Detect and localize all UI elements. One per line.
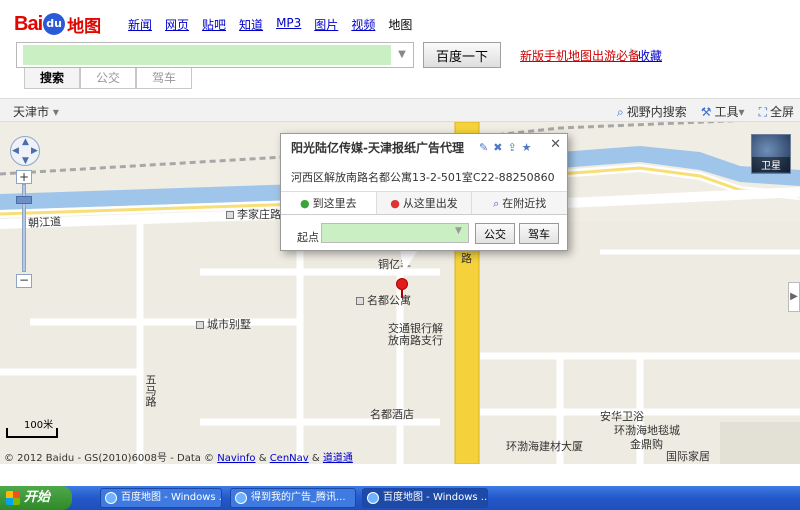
poi-chengshi[interactable]: 城市别墅 <box>196 316 251 332</box>
fullscreen-icon: ⛶ <box>758 105 767 119</box>
nav-mp3[interactable]: MP3 <box>276 16 301 33</box>
taskbar-item-1[interactable]: 百度地图 - Windows ... <box>100 488 222 508</box>
error-report-icon[interactable]: ✖ <box>493 141 502 154</box>
zoom-handle[interactable] <box>16 196 32 204</box>
mode-tabs: 搜索 公交 驾车 <box>24 68 192 89</box>
poi-mingdujiu[interactable]: 名都酒店 <box>370 406 414 422</box>
logo-bai: Bai <box>14 12 43 35</box>
arrow-down-icon[interactable]: ▼ <box>22 156 29 166</box>
logo-ditu: 地图 <box>67 16 102 37</box>
drive-button[interactable]: 驾车 <box>519 223 559 244</box>
info-tabs: ● 到这里去 ● 从这里出发 ⌕ 在附近找 <box>281 191 567 215</box>
info-window: 阳光陆亿传媒-天津报纸广告代理 ✎ ✖ ⇪ ★ ✕ 河西区解放南路名都公寓13-… <box>280 133 568 251</box>
windows-taskbar: 开始 百度地图 - Windows ... 得到我的广告_腾讯... 百度地图 … <box>0 486 800 510</box>
map-toolbar: 天津市 ▾ ⌕ 视野内搜索 ⚒ 工具▾ ⛶ 全屏 <box>0 98 800 122</box>
start-button[interactable]: 开始 <box>0 486 72 510</box>
search-button[interactable]: 百度一下 <box>423 42 501 68</box>
chevron-down-icon[interactable]: ▼ <box>393 46 411 64</box>
arrow-right-icon[interactable]: ▶ <box>31 146 38 156</box>
tab-from-here[interactable]: ● 从这里出发 <box>377 192 473 214</box>
magnifier-icon: ⌕ <box>493 197 500 210</box>
zoom-in-button[interactable]: + <box>16 170 32 184</box>
nav-tieba[interactable]: 贴吧 <box>202 16 226 33</box>
nav-video[interactable]: 视频 <box>351 16 375 33</box>
nav-images[interactable]: 图片 <box>314 16 338 33</box>
daodaotong-link[interactable]: 道道通 <box>323 453 353 464</box>
header: Bai du 地图 新闻 网页 贴吧 知道 MP3 图片 视频 地图 ▼ 百度一… <box>0 0 800 98</box>
pin-stem <box>401 289 403 298</box>
start-point-input[interactable] <box>321 223 469 243</box>
arrow-left-icon[interactable]: ◀ <box>12 146 19 156</box>
tab-nearby[interactable]: ⌕ 在附近找 <box>472 192 567 214</box>
nav-map[interactable]: 地图 <box>388 16 412 33</box>
poi-icon <box>226 211 234 219</box>
view-search-tool[interactable]: ⌕ 视野内搜索 <box>617 103 687 120</box>
search-input[interactable] <box>23 45 391 65</box>
info-address: 河西区解放南路名都公寓13-2-501室C22-88250860 <box>291 171 555 184</box>
road-label-right: 路 <box>461 252 472 265</box>
baidu-map-logo[interactable]: Bai du 地图 <box>14 12 102 37</box>
share-icon[interactable]: ⇪ <box>507 141 516 154</box>
pencil-icon[interactable]: ✎ <box>479 141 488 154</box>
fullscreen-tool[interactable]: ⛶ 全屏 <box>759 103 794 120</box>
navinfo-link[interactable]: Navinfo <box>217 453 255 464</box>
taskbar-item-3[interactable]: 百度地图 - Windows ... <box>362 488 488 508</box>
start-label: 起点 <box>297 231 319 244</box>
separator: | <box>629 47 634 61</box>
map-tools: ⌕ 视野内搜索 ⚒ 工具▾ ⛶ 全屏 <box>617 103 794 120</box>
info-window-tail <box>400 250 418 272</box>
chevron-down-icon[interactable]: ▼ <box>455 226 462 236</box>
poi-jinyu[interactable]: 金鼎购 <box>630 436 663 452</box>
pin-green-icon: ● <box>300 197 310 210</box>
ie-icon <box>105 492 117 504</box>
road-label-fujiang: 朝江道 <box>27 215 62 230</box>
chevron-right-icon[interactable]: ▶ <box>788 282 800 312</box>
pin-red-icon: ● <box>390 197 400 210</box>
nav-web[interactable]: 网页 <box>165 16 189 33</box>
ie-icon <box>235 492 247 504</box>
satellite-button[interactable]: 卫星 <box>751 134 791 174</box>
city-name: 天津市 <box>13 105 50 119</box>
poi-icon <box>196 321 204 329</box>
newbie-link[interactable]: 新版手机地图出游必备 <box>520 47 640 64</box>
bus-button[interactable]: 公交 <box>475 223 515 244</box>
nav-news[interactable]: 新闻 <box>128 16 152 33</box>
wrench-icon: ⚒ <box>700 105 712 119</box>
star-icon[interactable]: ★ <box>522 141 532 154</box>
scale-label: 100米 <box>24 420 54 431</box>
cennav-link[interactable]: CenNav <box>270 453 309 464</box>
chevron-down-icon: ▾ <box>52 105 59 119</box>
favorites-link[interactable]: 收藏 <box>638 47 662 64</box>
scale-bar: 100米 <box>6 420 58 438</box>
magnifier-icon: ⌕ <box>617 105 624 119</box>
tools-menu[interactable]: ⚒ 工具▾ <box>701 103 745 120</box>
page: Bai du 地图 新闻 网页 贴吧 知道 MP3 图片 视频 地图 ▼ 百度一… <box>0 0 800 510</box>
poi-huanbo2[interactable]: 环渤海建材大厦 <box>506 438 583 454</box>
copyright: © 2012 Baidu - GS(2010)6008号 - Data © Na… <box>4 453 353 464</box>
tab-go-here[interactable]: ● 到这里去 <box>281 192 377 214</box>
road-label-wuma: 五马路 <box>144 374 157 407</box>
poi-guoji[interactable]: 国际家居 <box>666 448 710 464</box>
windows-flag-icon <box>6 491 20 505</box>
search-box: ▼ <box>16 42 414 68</box>
tab-drive[interactable]: 驾车 <box>136 68 192 89</box>
nav-zhidao[interactable]: 知道 <box>239 16 263 33</box>
ie-icon <box>367 492 379 504</box>
poi-icon <box>356 297 364 305</box>
zoom-out-button[interactable]: − <box>16 274 32 288</box>
info-title: 阳光陆亿传媒-天津报纸广告代理 <box>291 141 464 155</box>
tab-bus[interactable]: 公交 <box>80 68 136 89</box>
logo-paw: du <box>43 13 66 35</box>
info-actions: ✎ ✖ ⇪ ★ <box>479 141 532 154</box>
poi-jiaotong2[interactable]: 放南路支行 <box>388 332 443 348</box>
pan-control[interactable]: ▲ ▼ ◀ ▶ <box>10 136 40 166</box>
city-selector[interactable]: 天津市 ▾ <box>13 103 59 120</box>
poi-lijiazhuang[interactable]: 李家庄路 <box>226 206 281 222</box>
taskbar-item-2[interactable]: 得到我的广告_腾讯... <box>230 488 356 508</box>
close-icon[interactable]: ✕ <box>550 137 561 152</box>
arrow-up-icon[interactable]: ▲ <box>22 137 29 147</box>
tab-search[interactable]: 搜索 <box>24 68 80 89</box>
satellite-label: 卫星 <box>752 157 790 172</box>
top-nav: 新闻 网页 贴吧 知道 MP3 图片 视频 地图 <box>128 16 412 33</box>
